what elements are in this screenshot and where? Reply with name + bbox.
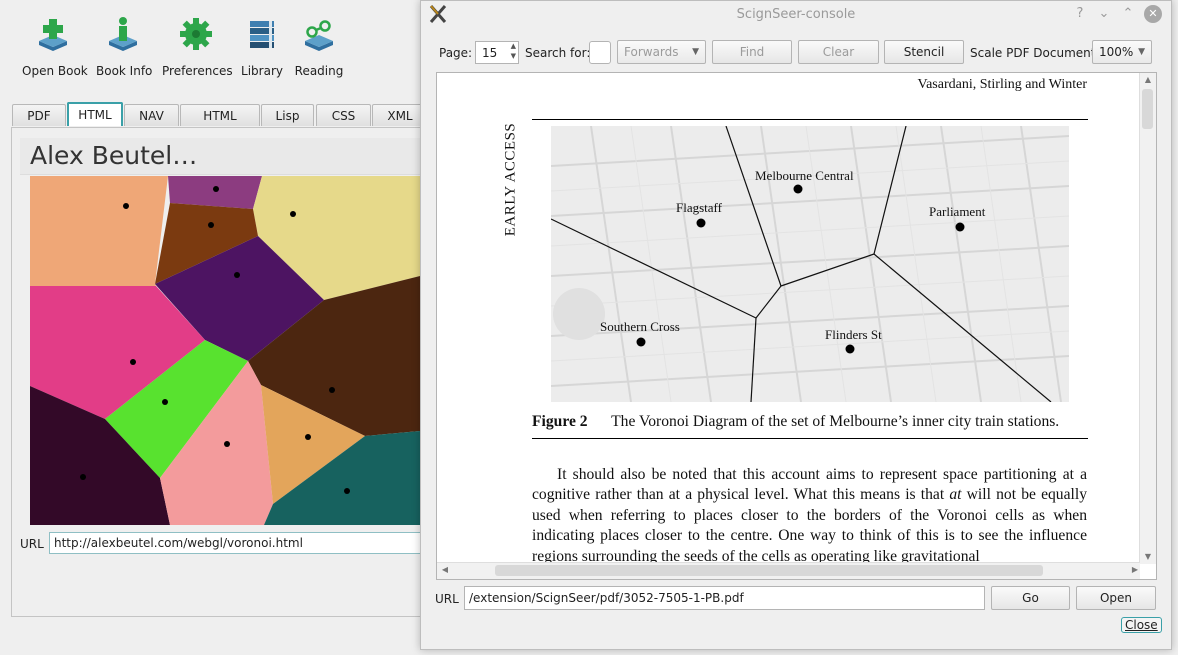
pdf-url-field[interactable]: /extension/ScignSeer/pdf/3052-7505-1-PB.… bbox=[464, 586, 985, 610]
scale-select[interactable]: 100% ▼ bbox=[1092, 40, 1152, 64]
pdf-viewer[interactable]: Vasardani, Stirling and Winter EARLY ACC… bbox=[436, 72, 1157, 580]
reading-icon bbox=[294, 12, 344, 56]
body-text-italic: at bbox=[949, 486, 962, 504]
maximize-icon[interactable]: ⌃ bbox=[1119, 5, 1137, 23]
web-page-title: Alex Beutel… bbox=[20, 138, 420, 175]
station-point bbox=[636, 337, 646, 347]
chevron-down-icon: ▼ bbox=[1138, 47, 1145, 57]
page-label: Page: bbox=[439, 46, 473, 60]
tab-lisp[interactable]: Lisp bbox=[261, 104, 314, 126]
library-icon bbox=[240, 12, 284, 56]
reading-button[interactable]: Reading bbox=[294, 12, 344, 78]
horizontal-scroll-thumb[interactable] bbox=[495, 565, 1043, 576]
console-titlebar[interactable]: ScignSeer-console ? ⌄ ⌃ ✕ bbox=[421, 1, 1171, 28]
tab-pdf[interactable]: PDF bbox=[12, 104, 66, 126]
main-window: Open Book Book Info Preferences Library … bbox=[0, 0, 431, 655]
running-head: Vasardani, Stirling and Winter bbox=[917, 77, 1087, 92]
open-book-icon bbox=[22, 12, 84, 56]
book-info-button[interactable]: Book Info bbox=[96, 12, 153, 78]
page-spinbox[interactable]: 15 ▲ ▼ bbox=[475, 41, 519, 64]
figure-caption-text: The Voronoi Diagram of the set of Melbou… bbox=[611, 413, 1060, 430]
scroll-left-icon[interactable]: ◀ bbox=[437, 565, 453, 574]
voronoi-seed bbox=[329, 387, 335, 393]
library-button[interactable]: Library bbox=[240, 12, 284, 78]
search-direction-select[interactable]: Forwards ▼ bbox=[617, 40, 706, 64]
book-info-label: Book Info bbox=[96, 64, 153, 78]
voronoi-seed bbox=[123, 203, 129, 209]
body-paragraph: It should also be noted that this accoun… bbox=[532, 465, 1087, 567]
search-label: Search for: bbox=[525, 46, 591, 60]
voronoi-seed bbox=[162, 399, 168, 405]
web-url-field[interactable]: http://alexbeutel.com/webgl/voronoi.html bbox=[49, 532, 421, 554]
map-label: Parliament bbox=[929, 204, 986, 219]
close-button[interactable]: Close bbox=[1121, 617, 1162, 633]
help-icon[interactable]: ? bbox=[1071, 5, 1089, 23]
map-label: Southern Cross bbox=[600, 319, 680, 334]
map-label: Flinders St bbox=[825, 327, 882, 342]
voronoi-seed bbox=[208, 222, 214, 228]
horizontal-scrollbar[interactable]: ◀ ▶ bbox=[437, 562, 1140, 579]
search-input[interactable] bbox=[589, 41, 611, 64]
close-window-icon[interactable]: ✕ bbox=[1144, 5, 1162, 23]
scale-value: 100% bbox=[1099, 45, 1134, 59]
tab-css[interactable]: CSS bbox=[316, 104, 371, 126]
figure-map: Melbourne Central Flagstaff Parliament S… bbox=[551, 126, 1069, 402]
reading-label: Reading bbox=[294, 64, 344, 78]
open-book-label: Open Book bbox=[22, 64, 88, 78]
scroll-right-icon[interactable]: ▶ bbox=[1127, 565, 1143, 574]
tab-html[interactable]: HTML bbox=[67, 102, 123, 126]
search-direction-value: Forwards bbox=[624, 45, 679, 59]
scale-label: Scale PDF Document: bbox=[970, 46, 1100, 60]
station-point bbox=[845, 344, 855, 354]
console-window: ScignSeer-console ? ⌄ ⌃ ✕ Page: 15 ▲ ▼ S… bbox=[420, 0, 1172, 650]
chevron-down-icon: ▼ bbox=[692, 47, 699, 57]
page-rule-top bbox=[532, 119, 1088, 120]
voronoi-seed bbox=[224, 441, 230, 447]
library-label: Library bbox=[241, 64, 283, 78]
station-point bbox=[793, 184, 803, 194]
pdf-url-label: URL bbox=[435, 592, 459, 606]
preferences-button[interactable]: Preferences bbox=[162, 12, 233, 78]
stencil-button[interactable]: Stencil bbox=[884, 40, 964, 64]
tab-nav[interactable]: NAV bbox=[124, 104, 179, 126]
figure-caption: Figure 2 The Voronoi Diagram of the set … bbox=[532, 413, 1107, 431]
window-title: ScignSeer-console bbox=[736, 7, 856, 22]
minimize-icon[interactable]: ⌄ bbox=[1095, 5, 1113, 23]
voronoi-seed bbox=[130, 359, 136, 365]
go-button[interactable]: Go bbox=[991, 586, 1070, 610]
voronoi-canvas[interactable] bbox=[30, 176, 420, 525]
station-point bbox=[955, 222, 965, 232]
open-book-button[interactable]: Open Book bbox=[22, 12, 88, 78]
tab-html-source[interactable]: HTML Source bbox=[180, 104, 260, 145]
preferences-label: Preferences bbox=[162, 64, 233, 78]
voronoi-seed bbox=[290, 211, 296, 217]
voronoi-cell bbox=[30, 176, 168, 286]
vertical-scrollbar[interactable]: ▲ ▼ bbox=[1139, 73, 1156, 564]
clear-button[interactable]: Clear bbox=[798, 40, 879, 64]
map-label: Melbourne Central bbox=[755, 168, 854, 183]
map-label: Flagstaff bbox=[676, 200, 723, 215]
scroll-down-icon[interactable]: ▼ bbox=[1140, 552, 1156, 561]
voronoi-seed bbox=[234, 272, 240, 278]
voronoi-seed bbox=[80, 474, 86, 480]
page-value: 15 bbox=[482, 46, 498, 60]
voronoi-seed bbox=[213, 186, 219, 192]
voronoi-seed bbox=[344, 488, 350, 494]
vertical-scroll-thumb[interactable] bbox=[1142, 89, 1153, 129]
spin-down-icon[interactable]: ▼ bbox=[511, 52, 516, 60]
find-button[interactable]: Find bbox=[712, 40, 792, 64]
voronoi-seed bbox=[305, 434, 311, 440]
web-url-label: URL bbox=[20, 537, 44, 551]
page-rule-bottom bbox=[532, 438, 1088, 439]
book-info-icon bbox=[96, 12, 150, 56]
station-point bbox=[696, 218, 706, 228]
early-access-label: EARLY ACCESS bbox=[502, 122, 519, 237]
spin-up-icon[interactable]: ▲ bbox=[511, 42, 516, 50]
scroll-up-icon[interactable]: ▲ bbox=[1140, 75, 1156, 84]
open-button[interactable]: Open bbox=[1076, 586, 1156, 610]
preferences-icon bbox=[162, 12, 230, 56]
figure-number: Figure 2 bbox=[532, 413, 588, 430]
